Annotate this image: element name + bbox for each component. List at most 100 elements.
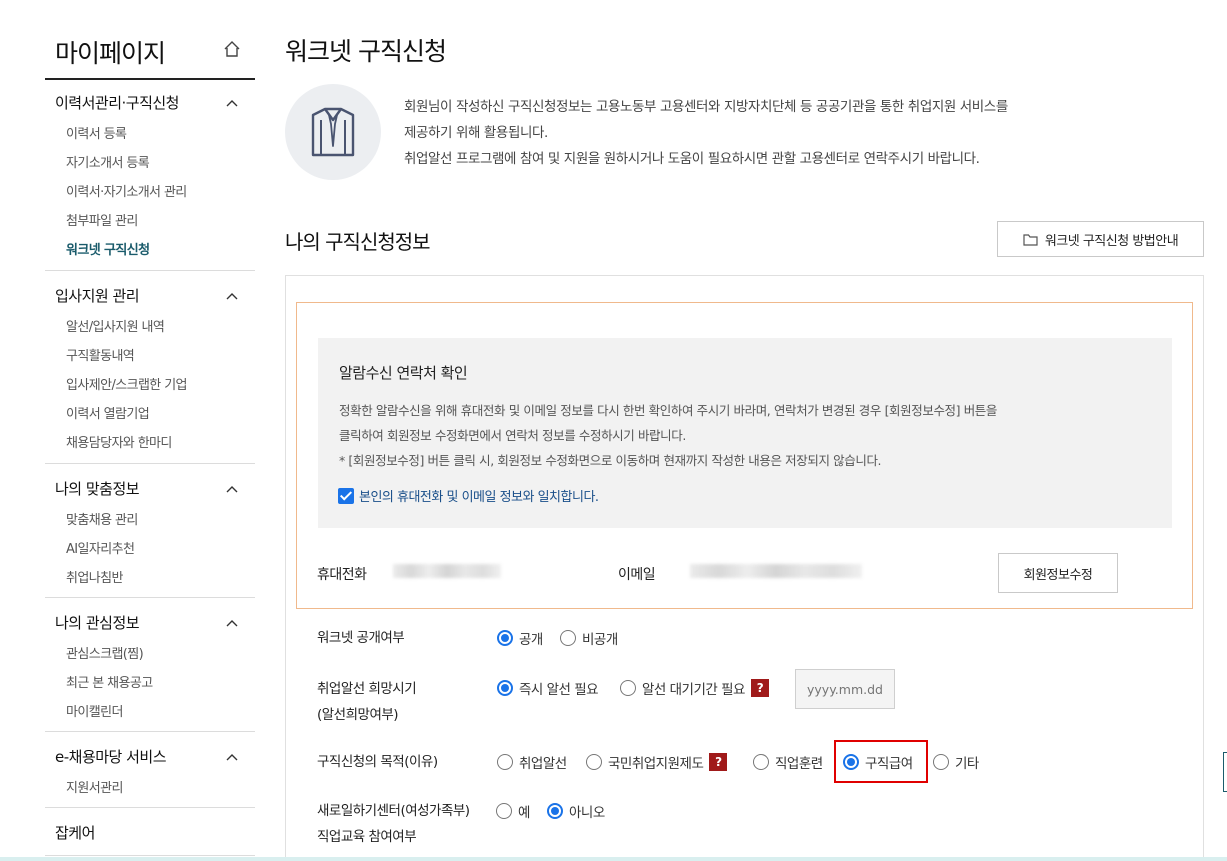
radio-wait-label[interactable]: 알선 대기기간 필요 <box>642 678 745 698</box>
floating-tab-edge[interactable] <box>1223 752 1227 792</box>
sidebar-item-application-history[interactable]: 알선/입사지원 내역 <box>66 316 165 335</box>
radio-immediate[interactable] <box>497 680 513 696</box>
sidebar-item-ai-recommend[interactable]: AI일자리추천 <box>66 538 135 557</box>
timing-label-line: (알선희망여부) <box>317 707 399 723</box>
chevron-up-icon[interactable] <box>226 292 238 300</box>
agree-label[interactable]: 본인의 휴대전화 및 이메일 정보와 일치합니다. <box>359 486 599 505</box>
guide-button-label: 워크넷 구직신청 방법안내 <box>1044 233 1179 249</box>
intro-line: 제공하기 위해 활용됩니다. <box>404 125 548 141</box>
sidebar-title: 마이페이지 <box>55 39 166 68</box>
purpose-option-other[interactable]: 기타 <box>933 752 979 772</box>
radio-public-label[interactable]: 공개 <box>519 628 543 648</box>
sidebar-item-activity-history[interactable]: 구직활동내역 <box>66 345 135 364</box>
sidebar-item-recruiter-message[interactable]: 채용담당자와 한마디 <box>66 432 172 451</box>
public-option-private[interactable]: 비공개 <box>560 628 618 648</box>
radio-private[interactable] <box>560 630 576 646</box>
agree-checkbox[interactable] <box>338 487 354 504</box>
intro-line: 취업알선 프로그램에 참여 및 지원을 원하시거나 도움이 필요하시면 관할 고… <box>404 151 980 167</box>
radio-no[interactable] <box>547 803 563 819</box>
page-title: 워크넷 구직신청 <box>285 37 447 66</box>
help-icon[interactable]: ? <box>750 679 769 697</box>
intro-illustration <box>285 84 381 180</box>
help-icon[interactable]: ? <box>709 753 728 771</box>
women-center-label-line: 새로일하기센터(여성가족부) <box>317 803 470 819</box>
sidebar-group-e-recruit: e-채용마당 서비스 지원서관리 <box>45 732 255 808</box>
sidebar-item-resume-viewers[interactable]: 이력서 열람기업 <box>66 403 150 422</box>
notice-line: 클릭하여 회원정보 수정화면에서 연락처 정보를 수정하시기 바랍니다. <box>339 428 686 443</box>
sidebar-group-application: 입사지원 관리 알선/입사지원 내역 구직활동내역 입사제안/스크랩한 기업 이… <box>45 271 255 464</box>
sidebar-group-jobcare: 잡케어 <box>45 808 255 856</box>
sidebar-group-custom: 나의 맞춤정보 맞춤채용 관리 AI일자리추천 취업나침반 <box>45 464 255 598</box>
radio-training[interactable] <box>753 754 769 770</box>
sidebar-item-custom-jobs[interactable]: 맞춤채용 관리 <box>66 509 138 528</box>
intro-description: 회원님이 작성하신 구직신청정보는 고용노동부 고용센터와 지방자치단체 등 공… <box>404 94 1144 172</box>
women-center-option-yes[interactable]: 예 <box>496 801 530 821</box>
sidebar-group-title[interactable]: 이력서관리·구직신청 <box>55 92 179 113</box>
radio-training-label[interactable]: 직업훈련 <box>775 752 823 772</box>
purpose-option-national-support[interactable]: 국민취업지원제도 ? <box>586 752 728 772</box>
sidebar-group-title[interactable]: 잡케어 <box>55 822 95 843</box>
bottom-bar <box>0 857 1227 861</box>
chevron-up-icon[interactable] <box>226 99 238 107</box>
sidebar-item-cover-letter-register[interactable]: 자기소개서 등록 <box>66 152 150 171</box>
sidebar-group-title[interactable]: 나의 맞춤정보 <box>55 478 140 499</box>
sidebar-item-offers-scraps[interactable]: 입사제안/스크랩한 기업 <box>66 374 188 393</box>
sidebar-item-scrap[interactable]: 관심스크랩(찜) <box>66 643 144 662</box>
shirt-icon <box>311 107 355 157</box>
radio-job-referral[interactable] <box>497 754 513 770</box>
radio-job-referral-label[interactable]: 취업알선 <box>519 752 567 772</box>
radio-national-support-label[interactable]: 국민취업지원제도 <box>608 752 704 772</box>
sidebar-item-worknet-apply[interactable]: 워크넷 구직신청 <box>66 239 150 258</box>
radio-immediate-label[interactable]: 즉시 알선 필요 <box>519 678 599 698</box>
sidebar-header: 마이페이지 <box>45 30 255 80</box>
sidebar-item-resume-manage[interactable]: 이력서·자기소개서 관리 <box>66 181 187 200</box>
sidebar-item-resume-register[interactable]: 이력서 등록 <box>66 123 127 142</box>
notice-line: 정확한 알람수신을 위해 휴대전화 및 이메일 정보를 다시 한번 확인하여 주… <box>339 403 998 418</box>
sidebar-group-title[interactable]: 입사지원 관리 <box>55 285 140 306</box>
home-icon[interactable] <box>223 40 241 58</box>
phone-label: 휴대전화 <box>317 567 367 583</box>
women-center-label-line: 직업교육 참여여부 <box>317 829 417 845</box>
edit-member-info-button[interactable]: 회원정보수정 <box>998 553 1118 593</box>
radio-yes[interactable] <box>496 803 512 819</box>
radio-no-label[interactable]: 아니오 <box>569 801 605 821</box>
radio-other-label[interactable]: 기타 <box>955 752 979 772</box>
purpose-option-job-referral[interactable]: 취업알선 <box>497 752 567 772</box>
radio-yes-label[interactable]: 예 <box>518 801 530 821</box>
email-value-redacted <box>690 564 862 578</box>
sidebar-item-career-compass[interactable]: 취업나침반 <box>66 567 123 586</box>
chevron-up-icon[interactable] <box>226 619 238 627</box>
public-label: 워크넷 공개여부 <box>317 630 405 646</box>
public-option-public[interactable]: 공개 <box>497 628 543 648</box>
sidebar-group-title[interactable]: 나의 관심정보 <box>55 612 140 633</box>
purpose-label: 구직신청의 목적(이유) <box>317 754 438 770</box>
chevron-up-icon[interactable] <box>226 485 238 493</box>
chevron-up-icon[interactable] <box>226 753 238 761</box>
timing-option-wait[interactable]: 알선 대기기간 필요 ? <box>620 678 769 698</box>
sidebar-group-title[interactable]: e-채용마당 서비스 <box>55 746 167 767</box>
intro-line: 회원님이 작성하신 구직신청정보는 고용노동부 고용센터와 지방자치단체 등 공… <box>404 99 1008 115</box>
notice-title: 알람수신 연락처 확인 <box>339 364 468 382</box>
radio-private-label[interactable]: 비공개 <box>582 628 618 648</box>
wait-date-input[interactable] <box>795 669 895 709</box>
sidebar-item-attachments[interactable]: 첨부파일 관리 <box>66 210 138 229</box>
email-label: 이메일 <box>618 567 656 583</box>
guide-button[interactable]: 워크넷 구직신청 방법안내 <box>997 221 1204 257</box>
phone-value-redacted <box>393 564 501 578</box>
timing-label-line: 취업알선 희망시기 <box>317 681 417 697</box>
radio-national-support[interactable] <box>586 754 602 770</box>
radio-wait[interactable] <box>620 680 636 696</box>
sidebar-item-calendar[interactable]: 마이캘린더 <box>66 701 123 720</box>
sidebar-item-recent-jobs[interactable]: 최근 본 채용공고 <box>66 672 153 691</box>
radio-public[interactable] <box>497 630 513 646</box>
sidebar-item-application-manage[interactable]: 지원서관리 <box>66 777 123 796</box>
radio-other[interactable] <box>933 754 949 770</box>
notice-text: 정확한 알람수신을 위해 휴대전화 및 이메일 정보를 다시 한번 확인하여 주… <box>339 398 1159 473</box>
agree-checkbox-row[interactable]: 본인의 휴대전화 및 이메일 정보와 일치합니다. <box>338 486 599 505</box>
timing-label: 취업알선 희망시기 (알선희망여부) <box>317 676 417 728</box>
sidebar-group-resume: 이력서관리·구직신청 이력서 등록 자기소개서 등록 이력서·자기소개서 관리 … <box>45 80 255 271</box>
folder-icon <box>1023 233 1038 246</box>
timing-option-immediate[interactable]: 즉시 알선 필요 <box>497 678 599 698</box>
purpose-option-training[interactable]: 직업훈련 <box>753 752 823 772</box>
women-center-option-no[interactable]: 아니오 <box>547 801 605 821</box>
